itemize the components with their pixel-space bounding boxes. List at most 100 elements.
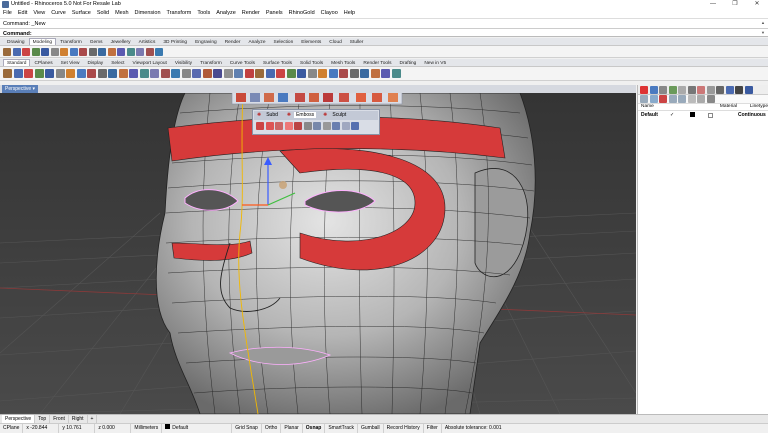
sculpt-tool-icon[interactable] bbox=[256, 122, 264, 131]
menu-tools[interactable]: Tools bbox=[197, 9, 210, 18]
command-line[interactable]: Command: ▼ bbox=[0, 28, 768, 37]
toolbar-tool-icon[interactable] bbox=[307, 69, 317, 78]
toolbar-tool-icon[interactable] bbox=[13, 69, 23, 78]
toolbar-tool-icon[interactable] bbox=[45, 69, 54, 78]
tab-visibility[interactable]: Visibility bbox=[171, 59, 196, 66]
toolbar-tool-icon[interactable] bbox=[126, 47, 135, 56]
maximize-button[interactable]: ❐ bbox=[724, 0, 746, 9]
add-viewport-button[interactable]: + bbox=[88, 415, 98, 423]
panel-tab-icon[interactable] bbox=[687, 85, 696, 94]
toolbar-tool-icon[interactable] bbox=[318, 69, 327, 78]
toggle-planar[interactable]: Planar bbox=[281, 423, 303, 433]
menu-mesh[interactable]: Mesh bbox=[115, 9, 128, 18]
toolbar-tool-icon[interactable] bbox=[370, 69, 380, 78]
toolbar-tool-icon[interactable] bbox=[360, 69, 369, 78]
toolbar-tool-icon[interactable] bbox=[12, 47, 21, 56]
menu-view[interactable]: View bbox=[33, 9, 45, 18]
current-layer-check[interactable]: ✓ bbox=[670, 112, 690, 118]
tab-front[interactable]: Front bbox=[50, 415, 69, 423]
toolbar-tool-icon[interactable] bbox=[139, 69, 149, 78]
display-tab-icon[interactable] bbox=[659, 85, 667, 94]
tab-3d-printing[interactable]: 3D Printing bbox=[159, 38, 191, 45]
sculpt-tool-icon[interactable] bbox=[351, 122, 359, 131]
tab-cplanes[interactable]: CPlanes bbox=[30, 59, 56, 66]
emboss-icon[interactable]: ✺ bbox=[284, 112, 294, 118]
tab-surface-tools[interactable]: Surface Tools bbox=[259, 59, 296, 66]
toolbar-tool-icon[interactable] bbox=[60, 47, 68, 56]
sculpt-tool-icon[interactable] bbox=[284, 122, 293, 131]
toolbar-tool-icon[interactable] bbox=[202, 69, 212, 78]
toolbar-tool-icon[interactable] bbox=[155, 47, 163, 56]
toolbar-tool-icon[interactable] bbox=[34, 69, 44, 78]
tab-modeling[interactable]: Modeling bbox=[28, 38, 57, 45]
tab-set-view[interactable]: Set View bbox=[57, 59, 84, 66]
sculpt-tool-icon[interactable] bbox=[275, 122, 283, 131]
tab-viewport-layout[interactable]: Viewport Layout bbox=[129, 59, 171, 66]
tab-stuller[interactable]: Stuller bbox=[346, 38, 368, 45]
toolbar-tool-icon[interactable] bbox=[88, 47, 97, 56]
toolbar-tool-icon[interactable] bbox=[108, 69, 117, 78]
panel-tab-icon[interactable] bbox=[716, 85, 724, 94]
toolbar-tool-icon[interactable] bbox=[107, 47, 116, 56]
menu-edit[interactable]: Edit bbox=[18, 9, 27, 18]
viewport-label[interactable]: Perspective ▾ bbox=[2, 85, 39, 93]
toolbar-tool-icon[interactable] bbox=[66, 69, 75, 78]
tab-jewellery[interactable]: Jewellery bbox=[107, 38, 135, 45]
toolbar-tool-icon[interactable] bbox=[69, 47, 78, 56]
toolbar-tool-icon[interactable] bbox=[136, 47, 144, 56]
status-layer[interactable]: Default bbox=[162, 423, 233, 433]
move-up-icon[interactable] bbox=[668, 95, 677, 103]
menu-help[interactable]: Help bbox=[344, 9, 355, 18]
toolbar-tool-icon[interactable] bbox=[3, 47, 11, 56]
toolbar-tool-icon[interactable] bbox=[223, 69, 233, 78]
menu-transform[interactable]: Transform bbox=[167, 9, 192, 18]
sculpt-tool-icon[interactable] bbox=[303, 122, 312, 131]
menu-rhinogold[interactable]: RhinoGold bbox=[289, 9, 315, 18]
layer-row-default[interactable]: Default ✓ Continuous bbox=[638, 111, 768, 119]
toggle-gumball[interactable]: Gumball bbox=[358, 423, 384, 433]
toolbar-tool-icon[interactable] bbox=[276, 69, 285, 78]
minimize-button[interactable]: — bbox=[702, 0, 724, 9]
toggle-smarttrack[interactable]: SmartTrack bbox=[325, 423, 358, 433]
column-linetype[interactable]: Linetype bbox=[750, 104, 768, 110]
toolbar-tool-icon[interactable] bbox=[328, 69, 338, 78]
toolbar-tool-icon[interactable] bbox=[286, 69, 296, 78]
help-tab-icon[interactable] bbox=[668, 85, 677, 94]
tab-transform[interactable]: Transform bbox=[196, 59, 226, 66]
new-layer-icon[interactable] bbox=[640, 95, 648, 103]
toolbar-tool-icon[interactable] bbox=[150, 69, 159, 78]
panel-tab-icon[interactable] bbox=[725, 85, 734, 94]
toolbar-tool-icon[interactable] bbox=[192, 69, 201, 78]
tab-render-tools[interactable]: Render Tools bbox=[359, 59, 395, 66]
close-button[interactable]: ✕ bbox=[746, 0, 768, 9]
tools-icon[interactable] bbox=[697, 95, 705, 103]
sculpt-tool-icon[interactable] bbox=[341, 122, 350, 131]
toolbar-tool-icon[interactable] bbox=[31, 47, 40, 56]
menu-dimension[interactable]: Dimension bbox=[135, 9, 161, 18]
toolbar-tool-icon[interactable] bbox=[87, 69, 96, 78]
delete-layer-icon[interactable] bbox=[659, 95, 667, 103]
sculpt-tool-icon[interactable] bbox=[322, 122, 331, 131]
toolbar-tool-icon[interactable] bbox=[97, 69, 107, 78]
tab-new-in-v5[interactable]: New in V5 bbox=[420, 59, 450, 66]
toolbar-tool-icon[interactable] bbox=[297, 69, 306, 78]
toolbar-tool-icon[interactable] bbox=[55, 69, 65, 78]
tab-transform[interactable]: Transform bbox=[56, 38, 86, 45]
column-material[interactable]: Material bbox=[720, 104, 750, 110]
sculpt-tool-icon[interactable] bbox=[294, 122, 302, 131]
column-name[interactable]: Name bbox=[638, 104, 691, 110]
menu-curve[interactable]: Curve bbox=[51, 9, 66, 18]
toolbar-tool-icon[interactable] bbox=[339, 69, 348, 78]
move-down-icon[interactable] bbox=[678, 95, 686, 103]
toolbar-tool-icon[interactable] bbox=[41, 47, 49, 56]
tab-render[interactable]: Render bbox=[221, 38, 245, 45]
menu-panels[interactable]: Panels bbox=[266, 9, 283, 18]
toolbar-tool-icon[interactable] bbox=[349, 69, 359, 78]
subd-icon[interactable]: ✺ bbox=[254, 112, 264, 118]
toolbar-tool-icon[interactable] bbox=[76, 69, 86, 78]
scroll-down-icon[interactable]: ▼ bbox=[760, 30, 766, 36]
sculpt-icon[interactable]: ✺ bbox=[320, 112, 330, 118]
toggle-grid-snap[interactable]: Grid Snap bbox=[232, 423, 262, 433]
toolbar-tool-icon[interactable] bbox=[234, 69, 243, 78]
sculpt-tool-icon[interactable] bbox=[313, 122, 321, 131]
